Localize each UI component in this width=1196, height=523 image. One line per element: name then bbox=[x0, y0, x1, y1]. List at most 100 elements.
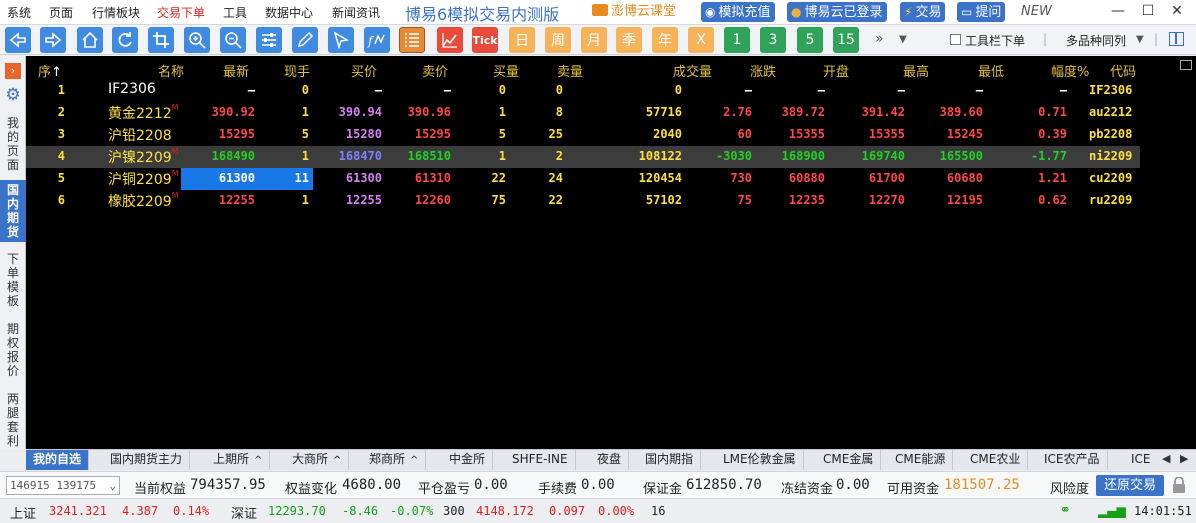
header-change[interactable]: 涨跌 bbox=[750, 61, 776, 80]
side-option-quotes[interactable]: 期权报价 bbox=[0, 322, 26, 378]
header-last[interactable]: 最新 bbox=[223, 61, 249, 80]
tab-dropdown-icon[interactable]: ^ bbox=[333, 455, 341, 466]
chart-view-button[interactable] bbox=[437, 27, 463, 53]
header-pct[interactable]: 幅度% bbox=[1051, 61, 1089, 80]
maximize-icon[interactable]: ☐ bbox=[1138, 3, 1158, 19]
period-month-button[interactable]: 月 bbox=[581, 27, 607, 53]
header-bid-qty[interactable]: 买量 bbox=[493, 61, 519, 80]
tab-4[interactable]: 郑商所 ^ bbox=[362, 450, 427, 470]
multi-variety-caret-icon[interactable]: ▼ bbox=[1136, 34, 1144, 45]
zoom-out-button[interactable] bbox=[220, 27, 246, 53]
grid-corner-icon[interactable] bbox=[1180, 60, 1192, 70]
tab-dropdown-icon[interactable]: ^ bbox=[254, 455, 262, 466]
ask-button[interactable]: ▭ 提问 bbox=[957, 2, 1006, 22]
expand-arrow-icon[interactable]: › bbox=[5, 63, 21, 79]
side-two-leg-arbitrage[interactable]: 两腿套利 bbox=[0, 392, 26, 448]
tab-2[interactable]: 上期所 ^ bbox=[206, 450, 271, 470]
sim-topup-button[interactable]: ◉ 模拟充值 bbox=[701, 2, 775, 22]
period-week-button[interactable]: 周 bbox=[545, 27, 571, 53]
period-quarter-button[interactable]: 季 bbox=[616, 27, 642, 53]
header-code[interactable]: 代码 bbox=[1110, 61, 1136, 80]
header-ask-qty[interactable]: 卖量 bbox=[557, 61, 583, 80]
forward-button[interactable] bbox=[40, 27, 66, 53]
toolbar-order-checkbox[interactable] bbox=[950, 34, 961, 45]
trade-button[interactable]: ⚡ 交易 bbox=[900, 2, 946, 22]
more-chevron-icon[interactable]: » bbox=[875, 31, 884, 47]
header-name[interactable]: 名称 bbox=[158, 61, 184, 80]
tab-6[interactable]: SHFE-INE bbox=[505, 450, 576, 470]
zoom-in-icon bbox=[189, 32, 206, 49]
refresh-button[interactable] bbox=[112, 27, 138, 53]
side-domestic-futures[interactable]: 国内期货 bbox=[0, 180, 26, 242]
side-order-template[interactable]: 下单模板 bbox=[0, 252, 26, 308]
tab-11[interactable]: CME能源 bbox=[888, 450, 954, 470]
back-button[interactable] bbox=[5, 27, 31, 53]
tab-12[interactable]: CME农业 bbox=[963, 450, 1029, 470]
restore-trade-button[interactable]: 还原交易 bbox=[1096, 475, 1164, 496]
table-row[interactable]: 1 IF2306 — 0 — — 0 0 0 — — — — — IF2306 bbox=[26, 80, 1140, 102]
table-row[interactable]: 4 沪镍2209M 168490 1 168470 168510 1 2 108122 -3030… bbox=[26, 146, 1140, 168]
period-1min-button[interactable]: 1 bbox=[724, 27, 750, 53]
period-year-button[interactable]: 年 bbox=[652, 27, 678, 53]
period-x-button[interactable]: X bbox=[688, 27, 714, 53]
tab-7[interactable]: 夜盘 bbox=[590, 450, 630, 470]
menu-system[interactable]: 系统 bbox=[7, 4, 31, 21]
header-volume[interactable]: 成交量 bbox=[673, 61, 712, 80]
period-15min-button[interactable]: 15 bbox=[833, 27, 859, 53]
header-high[interactable]: 最高 bbox=[903, 61, 929, 80]
formula-button[interactable]: f bbox=[364, 27, 390, 53]
tab-10[interactable]: CME金属 bbox=[816, 450, 882, 470]
tab-13[interactable]: ICE农产品 bbox=[1037, 450, 1108, 470]
quote-grid[interactable]: 序↑ 名称 最新 现手 买价 卖价 买量 卖量 成交量 涨跌 开盘 最高 最低 幅度% 代码 1 IF2306… bbox=[26, 56, 1196, 449]
tab-0[interactable]: 我的自选 bbox=[26, 450, 90, 470]
indicator-button[interactable] bbox=[256, 27, 282, 53]
header-vol-now[interactable]: 现手 bbox=[284, 61, 310, 80]
gear-icon[interactable]: ⚙ bbox=[4, 86, 22, 104]
tick-chart-button[interactable]: Tick bbox=[472, 27, 498, 53]
list-view-button[interactable] bbox=[399, 27, 425, 53]
home-button[interactable] bbox=[77, 27, 103, 53]
lock-icon[interactable] bbox=[1172, 477, 1186, 493]
menu-tools[interactable]: 工具 bbox=[223, 4, 247, 21]
tab-prev-icon[interactable]: ◀ bbox=[1162, 452, 1170, 465]
period-day-button[interactable]: 日 bbox=[509, 27, 535, 53]
side-option-quotes-label: 期权报价 bbox=[6, 322, 19, 378]
zoom-in-button[interactable] bbox=[184, 27, 210, 53]
table-row[interactable]: 2 黄金2212M 390.92 1 390.94 390.96 1 8 57716 2.76 38… bbox=[26, 102, 1140, 124]
account-selector[interactable]: 146915 139175 ⌄ bbox=[6, 476, 120, 495]
menu-data-center[interactable]: 数据中心 bbox=[265, 4, 313, 21]
menu-news[interactable]: 新闻资讯 bbox=[332, 4, 380, 21]
tab-dropdown-icon[interactable]: ^ bbox=[410, 455, 418, 466]
video-course-link[interactable]: 澎博云课堂 bbox=[592, 2, 676, 22]
tab-14[interactable]: ICE bbox=[1124, 450, 1162, 470]
header-seq[interactable]: 序↑ bbox=[38, 61, 62, 80]
header-open[interactable]: 开盘 bbox=[823, 61, 849, 80]
menu-trade-order[interactable]: 交易下单 bbox=[157, 4, 205, 21]
menu-page[interactable]: 页面 bbox=[49, 4, 73, 21]
tab-9[interactable]: LME伦敦金属 bbox=[716, 450, 804, 470]
cloud-login-button[interactable]: ● 博易云已登录 bbox=[787, 2, 887, 22]
multi-variety-label[interactable]: 多品种同列 bbox=[1066, 32, 1126, 49]
period-3min-button[interactable]: 3 bbox=[760, 27, 786, 53]
draw-button[interactable] bbox=[292, 27, 318, 53]
layout-toggle-icon[interactable] bbox=[1169, 32, 1184, 46]
side-my-pages[interactable]: 我的页面 bbox=[0, 116, 26, 172]
close-icon[interactable]: ✕ bbox=[1167, 3, 1187, 19]
tab-5[interactable]: 中金所 bbox=[442, 450, 494, 470]
menu-market-board[interactable]: 行情板块 bbox=[92, 4, 140, 21]
minimize-icon[interactable]: — bbox=[1108, 3, 1128, 19]
table-row[interactable]: 3 沪铅2208 15295 5 15280 15295 5 25 2040 60 15355 153… bbox=[26, 124, 1140, 146]
dropdown-caret-icon[interactable]: ▼ bbox=[899, 34, 907, 45]
send-button[interactable] bbox=[328, 27, 354, 53]
header-bid[interactable]: 买价 bbox=[351, 61, 377, 80]
crop-button[interactable] bbox=[148, 27, 174, 53]
tab-1[interactable]: 国内期货主力 bbox=[103, 450, 191, 470]
table-row[interactable]: 5 沪铜2209M 61300 11 61300 61310 22 24 120454 730 60… bbox=[26, 168, 1140, 190]
tab-3[interactable]: 大商所 ^ bbox=[285, 450, 350, 470]
tab-next-icon[interactable]: ▶ bbox=[1180, 452, 1188, 465]
table-row[interactable]: 6 橡胶2209M 12255 1 12255 12260 75 22 57102 75 12235… bbox=[26, 190, 1140, 212]
tab-8[interactable]: 国内期指 bbox=[638, 450, 702, 470]
header-low[interactable]: 最低 bbox=[978, 61, 1004, 80]
period-5min-button[interactable]: 5 bbox=[797, 27, 823, 53]
header-ask[interactable]: 卖价 bbox=[422, 61, 448, 80]
